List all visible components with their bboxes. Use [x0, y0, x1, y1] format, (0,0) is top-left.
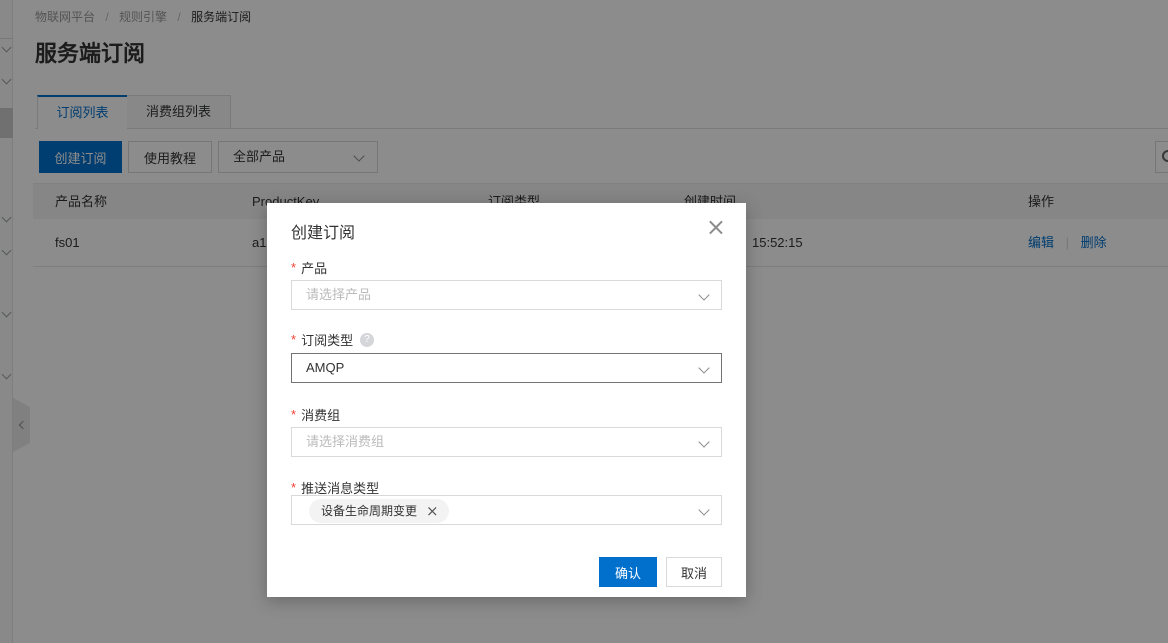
selected-tag-text: 设备生命周期变更 [321, 499, 417, 523]
required-mark: * [291, 407, 296, 422]
chevron-down-icon [698, 504, 709, 515]
product-placeholder: 请选择产品 [306, 287, 371, 302]
cancel-button[interactable]: 取消 [666, 557, 722, 587]
push-message-type-select[interactable]: 设备生命周期变更 × [291, 495, 722, 525]
selected-tag: 设备生命周期变更 × [309, 499, 449, 523]
consumer-group-select[interactable]: 请选择消费组 [291, 427, 722, 457]
product-field-label: * 产品 [291, 258, 327, 277]
modal-title: 创建订阅 [291, 219, 355, 243]
app-root: 物联网平台 / 规则引擎 / 服务端订阅 服务端订阅 订阅列表 消费组列表 创建… [0, 0, 1168, 643]
consumer-group-field-label: * 消费组 [291, 405, 340, 424]
help-icon[interactable]: ? [360, 333, 374, 347]
chevron-down-icon [698, 436, 709, 447]
product-label-text: 产品 [301, 258, 327, 277]
subscription-type-field-label: * 订阅类型 ? [291, 330, 374, 349]
consumer-group-placeholder: 请选择消费组 [306, 434, 384, 449]
required-mark: * [291, 480, 296, 495]
chevron-down-icon [698, 362, 709, 373]
close-icon[interactable]: × [706, 215, 726, 239]
consumer-group-label-text: 消费组 [301, 405, 340, 424]
confirm-button[interactable]: 确认 [599, 557, 657, 587]
subscription-type-label-text: 订阅类型 [301, 330, 353, 349]
subscription-type-select[interactable]: AMQP [291, 353, 722, 383]
chevron-down-icon [698, 289, 709, 300]
tag-remove-icon[interactable]: × [426, 499, 439, 523]
required-mark: * [291, 260, 296, 275]
required-mark: * [291, 332, 296, 347]
subscription-type-value: AMQP [306, 360, 344, 375]
create-subscription-modal: 创建订阅 × * 产品 请选择产品 * 订阅类型 ? AMQP * 消费组 请选… [267, 203, 746, 597]
product-select[interactable]: 请选择产品 [291, 280, 722, 310]
